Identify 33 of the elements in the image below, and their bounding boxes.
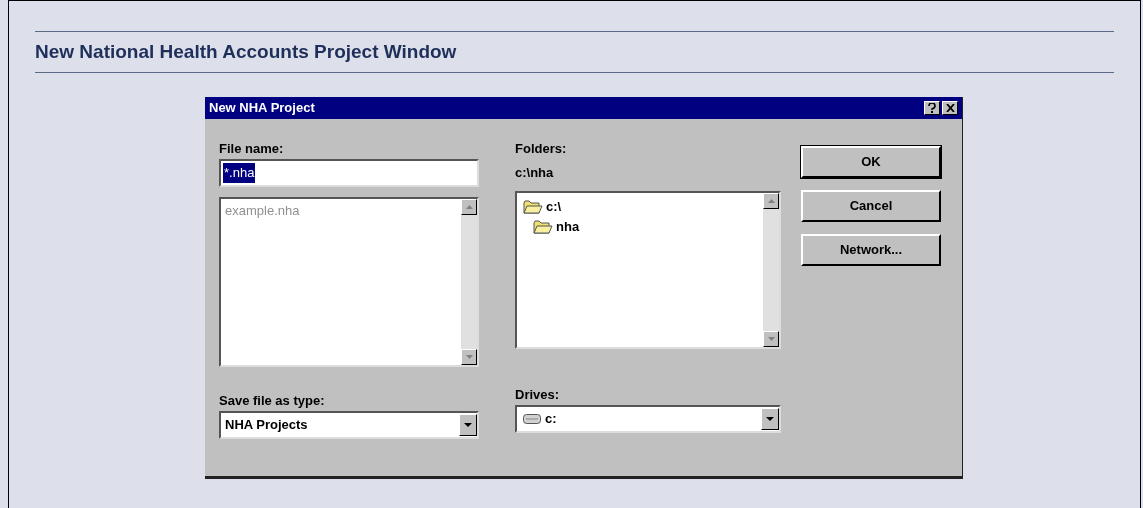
dropdown-arrow-icon	[766, 417, 774, 421]
scroll-down-button[interactable]	[461, 349, 477, 365]
close-button[interactable]	[942, 101, 958, 115]
down-arrow-icon	[767, 337, 775, 341]
dropdown-arrow-icon	[464, 423, 472, 427]
up-arrow-icon	[767, 199, 775, 203]
drives-dropdown[interactable]: c:	[515, 405, 781, 433]
up-arrow-icon	[465, 205, 473, 209]
file-type-dropdown[interactable]: NHA Projects	[219, 411, 479, 439]
drive-icon	[523, 414, 541, 424]
file-name-field[interactable]: *.nha	[219, 159, 479, 187]
close-icon	[945, 104, 955, 112]
folder-item[interactable]: nha	[556, 217, 580, 237]
folder-path: c:\nha	[515, 164, 555, 181]
dialog-button[interactable]: Cancel	[801, 190, 941, 222]
folder-list[interactable]: c:\ nha	[515, 191, 781, 349]
file-type-label: Save file as type:	[219, 392, 326, 409]
file-name-label: File name:	[219, 140, 285, 157]
help-icon	[928, 103, 936, 113]
dialog-button[interactable]: Network...	[801, 234, 941, 266]
drives-label: Drives:	[515, 386, 561, 403]
help-button[interactable]	[924, 101, 940, 115]
scroll-up-button[interactable]	[461, 199, 477, 215]
dialog-button[interactable]: OK	[801, 146, 941, 178]
folder-icon	[523, 200, 543, 214]
scroll-down-button[interactable]	[763, 331, 779, 347]
scroll-up-button[interactable]	[763, 193, 779, 209]
down-arrow-icon	[465, 355, 473, 359]
folder-item[interactable]: c:\	[546, 197, 562, 217]
window-title: New NHA Project	[209, 99, 315, 118]
page-heading: New National Health Accounts Project Window	[35, 39, 457, 64]
folder-icon	[533, 220, 553, 234]
folders-label: Folders:	[515, 140, 568, 157]
